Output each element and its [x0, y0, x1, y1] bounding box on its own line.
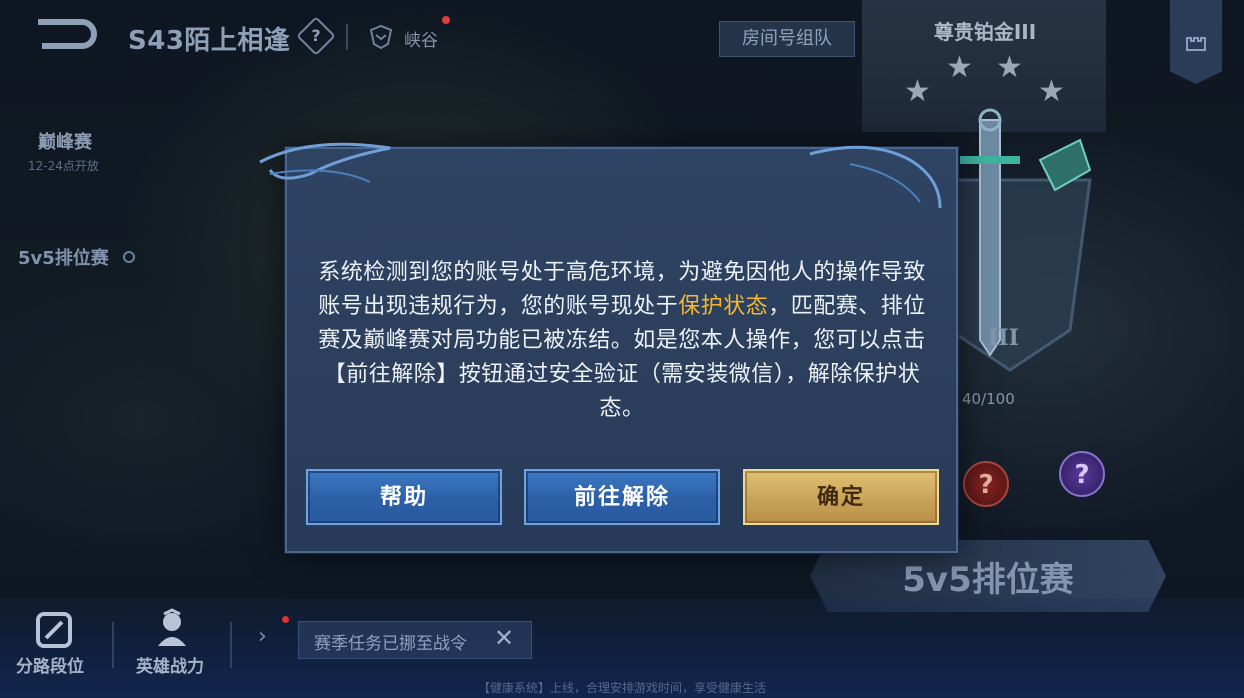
divider [230, 622, 232, 668]
hero-power-label[interactable]: 英雄战力 [136, 652, 204, 677]
lane-rank-label[interactable]: 分路段位 [16, 652, 84, 677]
season-title: S43陌上相逢 [128, 26, 291, 56]
unlock-button[interactable]: 前往解除 [524, 469, 720, 525]
rank-progress: 40/100 [962, 390, 1015, 408]
selected-indicator [123, 251, 135, 263]
hero-power-icon[interactable] [152, 608, 192, 648]
mystery-reward-icon[interactable]: ? [1059, 451, 1105, 497]
close-icon[interactable]: ✕ [494, 624, 514, 652]
corner-menu-button[interactable] [1170, 0, 1222, 84]
rank-star-icon: ★ [996, 50, 1023, 85]
message-highlight: 保护状态 [678, 294, 769, 319]
divider [112, 622, 114, 668]
divider [346, 24, 348, 50]
dialog-decoration [259, 142, 942, 209]
help-mark: ? [311, 26, 321, 45]
lane-rank-icon[interactable] [34, 610, 74, 650]
help-button[interactable]: 帮助 [306, 469, 502, 525]
notification-dot [282, 616, 289, 623]
canyon-label[interactable]: 峡谷 [404, 26, 438, 51]
rank-name: 尊贵铂金III [933, 20, 1037, 44]
back-arrow-icon[interactable] [34, 14, 100, 54]
ranked-start-label: 5v5排位赛 [902, 560, 1074, 600]
room-team-button[interactable]: 房间号组队 [719, 21, 855, 57]
health-system-note: 【健康系统】上线，合理安排游戏时间，享受健康生活 [477, 681, 766, 695]
season-help-icon[interactable]: ? [296, 16, 336, 56]
expand-chevron-icon[interactable]: › [258, 624, 267, 649]
tier-numeral: III [988, 325, 1019, 351]
dialog-message: 系统检测到您的账号处于高危环境，为避免因他人的操作导致账号出现违规行为，您的账号… [316, 256, 928, 426]
mystery-reward-icon[interactable]: ? [963, 461, 1009, 507]
canyon-icon[interactable] [368, 24, 394, 50]
notification-dot [442, 16, 450, 24]
confirm-button[interactable]: 确定 [743, 469, 939, 525]
peak-match-label[interactable]: 巅峰赛 [38, 128, 92, 154]
ranked-mode-tab[interactable]: 5v5排位赛 [18, 244, 109, 270]
rank-star-icon: ★ [946, 50, 973, 85]
castle-icon [1186, 37, 1206, 51]
peak-match-hours: 12-24点开放 [28, 159, 99, 173]
task-notice-text: 赛季任务已挪至战令 [314, 634, 467, 654]
